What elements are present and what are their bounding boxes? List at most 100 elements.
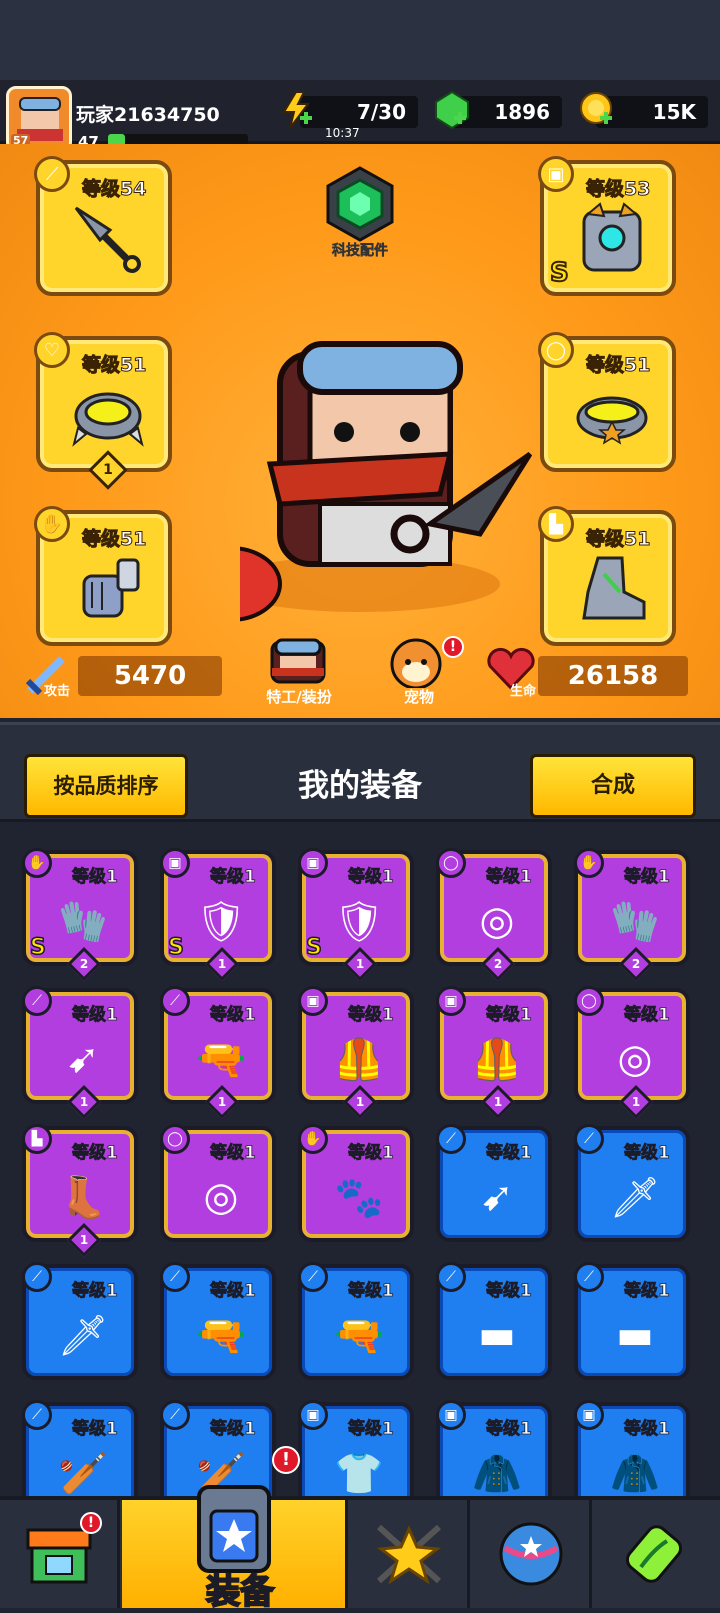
item-level: 等级1 bbox=[624, 1281, 671, 1302]
slot-belt[interactable]: ◯ 等级51 bbox=[538, 332, 676, 472]
item-level: 等级1 bbox=[72, 867, 119, 888]
inventory-item[interactable]: ▣ 等级1 🦺 1 bbox=[436, 986, 552, 1119]
weapon-type-icon: ⟋ bbox=[22, 1262, 52, 1292]
pet-dog-icon[interactable] bbox=[384, 634, 448, 688]
inventory-item[interactable]: ▣ 等级1 🛡 S 1 bbox=[298, 848, 414, 981]
inventory-item[interactable]: ⟋ 等级1 ➹ 1 bbox=[22, 986, 138, 1119]
inventory-item[interactable]: ⟋ 等级1 ➹ bbox=[436, 1124, 552, 1242]
inventory-item[interactable]: ✋ 等级1 🧤 S 2 bbox=[22, 848, 138, 981]
jacket-icon: 🧥 bbox=[610, 1450, 660, 1497]
slot-level: 等级51 bbox=[585, 528, 651, 551]
inventory-item[interactable]: ⟋ 等级1 ▬ bbox=[436, 1262, 552, 1380]
item-level: 等级1 bbox=[348, 1281, 395, 1302]
necklace-type-icon: ♡ bbox=[34, 332, 70, 368]
boot-icon bbox=[582, 556, 646, 620]
inventory-item[interactable]: ▣ 等级1 🧥 bbox=[436, 1400, 552, 1496]
inventory-item[interactable]: ⟋ 等级1 ▬ bbox=[574, 1262, 690, 1380]
slot-necklace[interactable]: ♡ 等级51 1 bbox=[34, 332, 172, 490]
gauntlet-icon: 🧤 bbox=[610, 898, 660, 945]
armor-type-icon: ▣ bbox=[298, 848, 328, 878]
inventory-item[interactable]: ⟋ 等级1 🔫 bbox=[298, 1262, 414, 1380]
belt-icon: ◎ bbox=[479, 898, 515, 944]
slot-boots[interactable]: ▙ 等级51 bbox=[538, 506, 676, 646]
item-level: 等级1 bbox=[486, 867, 533, 888]
player-avatar[interactable]: 57 bbox=[6, 86, 72, 152]
slot-weapon[interactable]: ⟋ 等级54 bbox=[34, 156, 172, 296]
attack-value: 5470 bbox=[78, 656, 222, 696]
star-swords-icon bbox=[376, 1524, 441, 1585]
green-gem-icon[interactable] bbox=[432, 90, 472, 130]
shop-icon bbox=[26, 1528, 91, 1584]
item-level: 等级1 bbox=[72, 1005, 119, 1026]
item-level: 等级1 bbox=[624, 1419, 671, 1440]
item-level: 等级1 bbox=[624, 867, 671, 888]
tab-worlds[interactable] bbox=[472, 1500, 592, 1608]
inventory-item[interactable]: ◯ 等级1 ◎ 1 bbox=[574, 986, 690, 1119]
gloves-type-icon: ✋ bbox=[34, 506, 70, 542]
weapon-type-icon: ⟋ bbox=[436, 1262, 466, 1292]
belt-type-icon: ◯ bbox=[538, 332, 574, 368]
gauntlet-icon: 🧤 bbox=[58, 898, 108, 945]
boot-icon: 👢 bbox=[58, 1174, 108, 1221]
item-level: 等级1 bbox=[486, 1419, 533, 1440]
armor-type-icon: ▣ bbox=[538, 156, 574, 192]
belt-type-icon: ◯ bbox=[160, 1124, 190, 1154]
inventory-item[interactable]: ⟋ 等级1 🏏 bbox=[22, 1400, 138, 1497]
inventory-item[interactable]: ◯ 等级1 ◎ 2 bbox=[436, 848, 552, 981]
gauntlet-icon bbox=[82, 558, 140, 618]
inventory-grid: ✋ 等级1 🧤 S 2 ▣ 等级1 🛡 S 1 ▣ 等级1 🛡 S 1 ◯ 等级1 ◎ 2 ✋ 等级1 🧤 2 ⟋ 等级1 ➹ 1 ⟋… bbox=[0, 840, 720, 1496]
sort-by-quality-button[interactable]: 按品质排序 bbox=[24, 754, 188, 818]
grade-badge: S bbox=[305, 934, 322, 961]
inventory-item[interactable]: ⟋ 等级1 🔫 bbox=[160, 1262, 276, 1380]
inventory-item[interactable]: ▣ 等级1 🧥 bbox=[574, 1400, 690, 1497]
item-level: 等级1 bbox=[210, 867, 257, 888]
belt-icon: ◎ bbox=[203, 1174, 239, 1220]
hero-character bbox=[240, 341, 533, 622]
inventory-item[interactable]: ▣ 等级1 👕 bbox=[298, 1400, 414, 1497]
inventory-item[interactable]: ⟋ 等级1 🔫 1 bbox=[160, 986, 276, 1119]
shirt-icon: 👕 bbox=[334, 1450, 384, 1497]
lightning-icon[interactable] bbox=[278, 90, 318, 130]
belt-icon: ◎ bbox=[617, 1036, 653, 1082]
belt-type-icon: ◯ bbox=[574, 986, 604, 1016]
energy-timer: 10:37 bbox=[325, 126, 360, 140]
revolver-icon: 🔫 bbox=[196, 1036, 246, 1083]
tab-shop[interactable] bbox=[0, 1500, 120, 1608]
weapon-type-icon: ⟋ bbox=[160, 1262, 190, 1292]
weapon-type-icon: ⟋ bbox=[436, 1124, 466, 1154]
inventory-item[interactable]: ⟋ 等级1 🗡 bbox=[574, 1124, 690, 1242]
slot-armor[interactable]: ▣ 等级53 S bbox=[538, 156, 676, 296]
inventory-item[interactable]: ✋ 等级1 🐾 bbox=[298, 1124, 414, 1242]
slot-level: 等级51 bbox=[81, 354, 147, 377]
tab-talents[interactable] bbox=[350, 1500, 470, 1608]
inventory-item[interactable]: ▣ 等级1 🛡 S 1 bbox=[160, 848, 276, 981]
armor-type-icon: ▣ bbox=[160, 848, 190, 878]
bat-icon: 🏏 bbox=[58, 1450, 108, 1497]
weapon-type-icon: ⟋ bbox=[22, 986, 52, 1016]
inventory-item[interactable]: ⟋ 等级1 🗡 bbox=[22, 1262, 138, 1380]
inventory-item[interactable]: ◯ 等级1 ◎ bbox=[160, 1124, 276, 1242]
agent-button-label[interactable]: 特工/装扮 bbox=[254, 686, 344, 707]
armor-type-icon: ▣ bbox=[298, 986, 328, 1016]
claw-icon: 🐾 bbox=[334, 1174, 384, 1221]
hex-chip-icon[interactable] bbox=[320, 164, 400, 244]
status-bar-area bbox=[0, 0, 720, 80]
armor-type-icon: ▣ bbox=[436, 986, 466, 1016]
inventory-item[interactable]: ▙ 等级1 👢 1 bbox=[22, 1124, 138, 1257]
armor-icon bbox=[582, 202, 642, 272]
weapon-type-icon: ⟋ bbox=[160, 986, 190, 1016]
agent-icon[interactable] bbox=[266, 638, 330, 686]
gold-coin-icon[interactable] bbox=[578, 90, 618, 130]
slot-gloves[interactable]: ✋ 等级51 bbox=[34, 506, 172, 646]
pet-button-label[interactable]: 宠物 bbox=[374, 686, 464, 707]
slot-level: 等级51 bbox=[81, 528, 147, 551]
grade-badge: S bbox=[167, 934, 184, 961]
player-name: 玩家21634750 bbox=[76, 104, 220, 126]
inventory-item[interactable]: ✋ 等级1 🧤 2 bbox=[574, 848, 690, 981]
inventory-item[interactable]: ▣ 等级1 🦺 1 bbox=[298, 986, 414, 1119]
merge-button[interactable]: 合成 bbox=[530, 754, 696, 818]
tab-evolve[interactable] bbox=[594, 1500, 714, 1608]
item-level: 等级1 bbox=[348, 1005, 395, 1026]
item-level: 等级1 bbox=[624, 1005, 671, 1026]
revolver-icon: 🔫 bbox=[196, 1312, 246, 1359]
